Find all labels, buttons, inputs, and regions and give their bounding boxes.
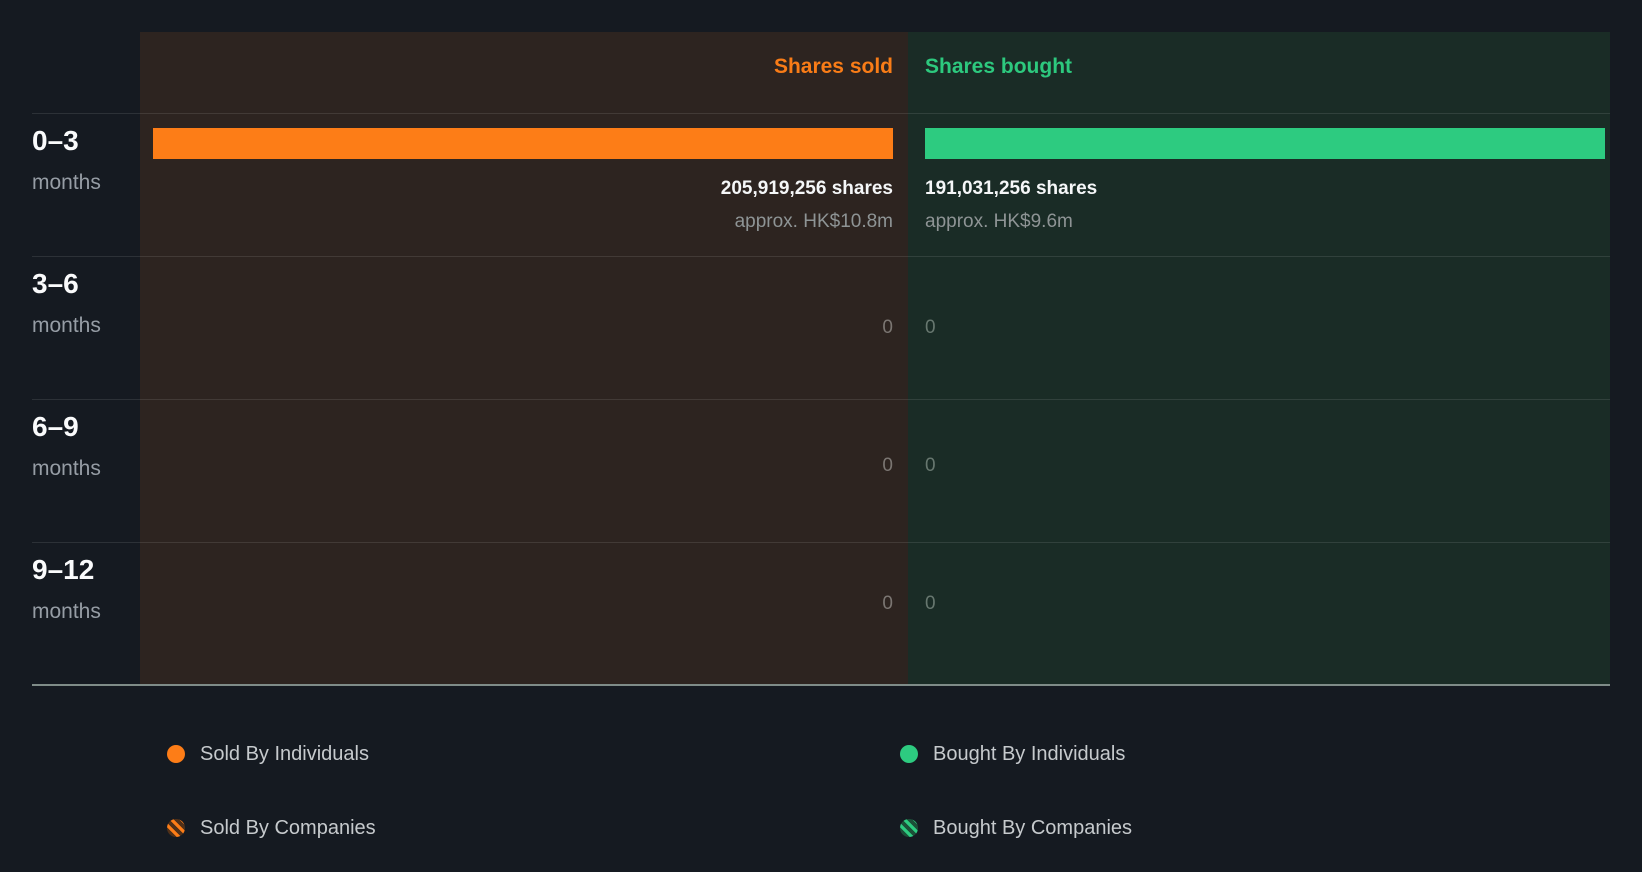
bought-approx-value: approx. HK$9.6m	[925, 210, 1073, 234]
legend-item-sold-by-companies[interactable]: Sold By Companies	[167, 816, 376, 840]
period-label-0-3: 0–3	[32, 126, 79, 156]
row-divider-line	[32, 542, 1610, 543]
shares-bought-header: Shares bought	[925, 55, 1072, 79]
bought-bar-track	[925, 128, 1642, 159]
legend-label: Bought By Companies	[933, 816, 1132, 840]
bought-zero-3-6-months: 0	[925, 316, 936, 340]
bought-individuals-swatch-icon	[900, 745, 918, 763]
sold-bar-track	[153, 128, 893, 159]
sold-zero-9-12-months: 0	[882, 592, 893, 616]
insider-trading-chart: Shares sold Shares bought 0–3 months 3–6…	[0, 0, 1642, 872]
row-divider-line	[32, 256, 1610, 257]
sold-shares-value: 205,919,256 shares	[721, 177, 893, 201]
legend-item-bought-by-individuals[interactable]: Bought By Individuals	[900, 742, 1125, 766]
sold-zero-6-9-months: 0	[882, 454, 893, 478]
shares-sold-header: Shares sold	[774, 55, 893, 79]
sold-zero-3-6-months: 0	[882, 316, 893, 340]
bottom-axis-line	[32, 684, 1610, 686]
header-divider-line	[32, 113, 1610, 114]
period-unit-6-9: months	[32, 456, 101, 482]
period-label-3-6: 3–6	[32, 269, 79, 299]
bought-companies-swatch-icon	[900, 819, 918, 837]
sold-bar-0-3-months[interactable]	[153, 128, 893, 159]
legend-label: Sold By Individuals	[200, 742, 369, 766]
legend-label: Sold By Companies	[200, 816, 376, 840]
period-label-9-12: 9–12	[32, 555, 94, 585]
bought-bar-0-3-months[interactable]	[925, 128, 1605, 159]
bought-zero-6-9-months: 0	[925, 454, 936, 478]
period-unit-3-6: months	[32, 313, 101, 339]
sold-companies-swatch-icon	[167, 819, 185, 837]
period-unit-9-12: months	[32, 599, 101, 625]
legend-label: Bought By Individuals	[933, 742, 1125, 766]
row-divider-line	[32, 399, 1610, 400]
bought-shares-value: 191,031,256 shares	[925, 177, 1097, 201]
sold-approx-value: approx. HK$10.8m	[735, 210, 893, 234]
bought-zero-9-12-months: 0	[925, 592, 936, 616]
legend-item-bought-by-companies[interactable]: Bought By Companies	[900, 816, 1132, 840]
legend-item-sold-by-individuals[interactable]: Sold By Individuals	[167, 742, 369, 766]
period-label-6-9: 6–9	[32, 412, 79, 442]
sold-individuals-swatch-icon	[167, 745, 185, 763]
period-unit-0-3: months	[32, 170, 101, 196]
